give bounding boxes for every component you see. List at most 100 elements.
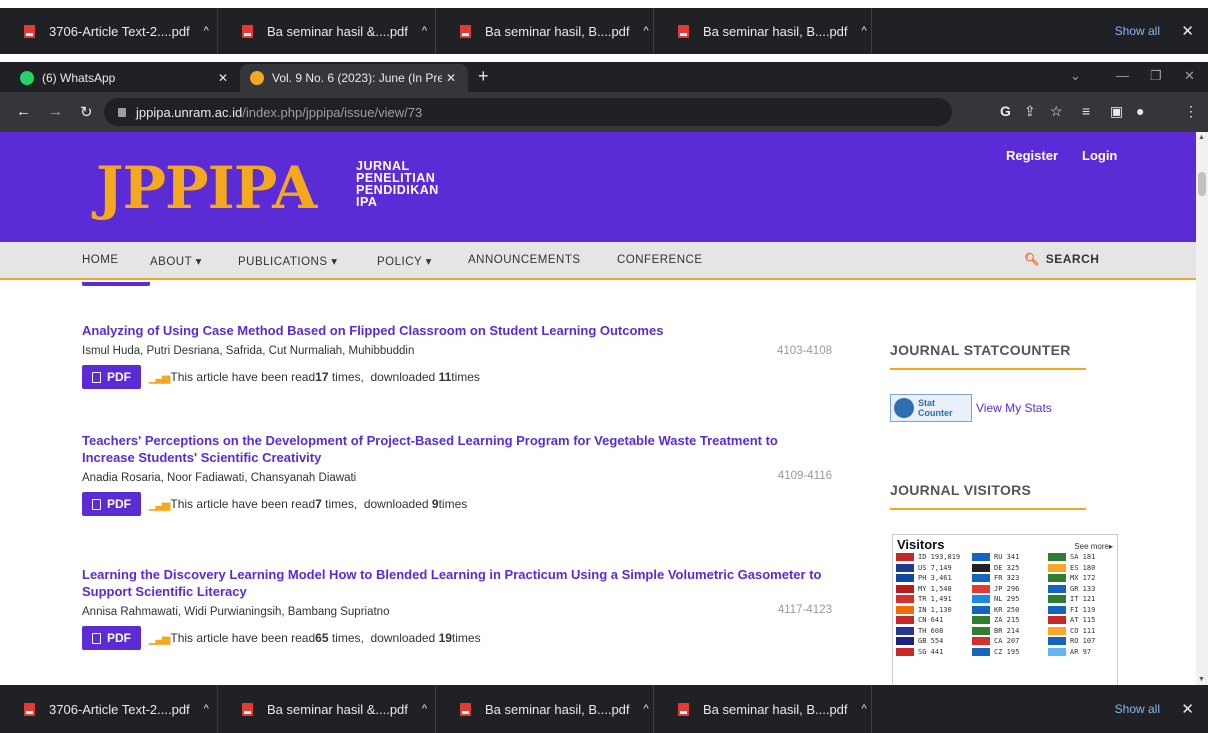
tab-jppipa[interactable]: Vol. 9 No. 6 (2023): June (In Press ✕ xyxy=(240,64,468,92)
download-item[interactable]: 3706-Article Text-2....pdf ^ xyxy=(0,685,218,733)
profile-icon[interactable]: ● xyxy=(1136,103,1144,119)
minimize-icon[interactable]: — xyxy=(1116,68,1129,83)
pdf-file-icon xyxy=(460,24,471,38)
download-item[interactable]: Ba seminar hasil &....pdf ^ xyxy=(218,685,436,733)
country-flag-icon xyxy=(896,647,914,656)
visitors-heading: Visitors xyxy=(897,537,945,552)
nav-policy[interactable]: POLICY ▾ xyxy=(377,254,432,268)
chevron-up-icon[interactable]: ^ xyxy=(422,703,427,715)
see-more-link[interactable]: See more▸ xyxy=(1074,542,1113,551)
show-all-downloads-button[interactable]: Show all xyxy=(1115,702,1160,716)
article-title-link[interactable]: Analyzing of Using Case Method Based on … xyxy=(82,322,842,339)
side-panel-icon[interactable]: ▣ xyxy=(1110,103,1123,120)
window-close-icon[interactable]: ✕ xyxy=(1184,68,1195,84)
bookmark-star-icon[interactable]: ☆ xyxy=(1050,103,1063,120)
search-link[interactable]: 🔍︎ SEARCH xyxy=(1024,252,1099,266)
pdf-file-icon xyxy=(678,24,689,38)
show-all-downloads-button[interactable]: Show all xyxy=(1115,24,1160,38)
download-item[interactable]: Ba seminar hasil, B....pdf ^ xyxy=(436,8,654,54)
logo-subtitle: JURNAL PENELITIAN PENDIDIKAN IPA xyxy=(356,159,439,209)
site-nav: HOME ABOUT ▾ PUBLICATIONS ▾ POLICY ▾ ANN… xyxy=(0,242,1196,280)
address-bar[interactable]: jppipa.unram.ac.id/index.php/jppipa/issu… xyxy=(104,98,952,126)
country-flag-icon xyxy=(896,637,914,646)
scroll-up-icon[interactable]: ▲ xyxy=(1198,134,1205,141)
article-meta-row: PDF ▁▃▅ This article have been read 17 t… xyxy=(82,365,842,389)
close-tab-icon[interactable]: ✕ xyxy=(218,71,228,85)
country-flag-icon xyxy=(1048,574,1066,583)
reload-icon[interactable]: ↻ xyxy=(80,103,93,121)
visitor-country-entry: CA 207 xyxy=(972,636,1048,647)
bar-chart-icon: ▁▃▅ xyxy=(149,498,170,511)
share-icon[interactable]: ⇪ xyxy=(1024,103,1036,120)
register-link[interactable]: Register xyxy=(1006,148,1058,163)
statcounter-icon xyxy=(894,398,914,418)
article-authors: Anadia Rosaria, Noor Fadiawati, Chansyan… xyxy=(82,472,357,484)
article-title-link[interactable]: Teachers' Perceptions on the Development… xyxy=(82,432,782,466)
tab-whatsapp[interactable]: (6) WhatsApp ✕ xyxy=(10,64,240,92)
chevron-up-icon[interactable]: ^ xyxy=(422,25,427,37)
pdf-button-partial[interactable] xyxy=(82,282,150,286)
country-flag-icon xyxy=(972,584,990,593)
site-logo[interactable]: JPPIPA xyxy=(96,154,317,222)
title-underline xyxy=(890,368,1086,370)
back-arrow-icon[interactable]: ← xyxy=(16,103,31,120)
menu-kebab-icon[interactable]: ⋮ xyxy=(1184,103,1198,120)
country-flag-icon xyxy=(896,616,914,625)
visitor-country-entry: GB 554 xyxy=(896,636,972,647)
visitor-country-entry: AT 115 xyxy=(1048,615,1117,626)
nav-conference[interactable]: CONFERENCE xyxy=(617,254,703,266)
restore-icon[interactable]: ❐ xyxy=(1150,68,1162,84)
nav-about[interactable]: ABOUT ▾ xyxy=(150,254,202,268)
visitor-country-entry: ES 180 xyxy=(1048,563,1117,574)
article-authors: Ismul Huda, Putri Desriana, Safrida, Cut… xyxy=(82,345,415,357)
country-flag-icon xyxy=(896,584,914,593)
country-flag-icon xyxy=(1048,563,1066,572)
jppipa-favicon xyxy=(250,71,264,85)
download-item[interactable]: Ba seminar hasil &....pdf ^ xyxy=(218,8,436,54)
reading-list-icon[interactable]: ≡ xyxy=(1082,103,1090,119)
download-item[interactable]: 3706-Article Text-2....pdf ^ xyxy=(0,8,218,54)
forward-arrow-icon[interactable]: → xyxy=(48,103,63,120)
close-icon[interactable]: ✕ xyxy=(1181,700,1194,718)
view-my-stats-link[interactable]: View My Stats xyxy=(976,401,1052,415)
visitor-country-entry: CO 111 xyxy=(1048,626,1117,637)
visitor-country-entry: JP 296 xyxy=(972,584,1048,595)
chevron-up-icon[interactable]: ^ xyxy=(644,25,649,37)
download-item[interactable]: Ba seminar hasil, B....pdf ^ xyxy=(436,685,654,733)
nav-announcements[interactable]: ANNOUNCEMENTS xyxy=(468,254,581,266)
country-flag-icon xyxy=(972,616,990,625)
new-tab-icon[interactable]: + xyxy=(478,66,489,87)
article-item: Analyzing of Using Case Method Based on … xyxy=(82,322,842,389)
chevron-up-icon[interactable]: ^ xyxy=(644,703,649,715)
article-pages: 4117-4123 xyxy=(777,604,832,616)
statcounter-logo[interactable]: Stat Counter xyxy=(890,394,972,422)
chevron-up-icon[interactable]: ^ xyxy=(862,25,867,37)
document-icon xyxy=(92,632,101,644)
scroll-down-icon[interactable]: ▼ xyxy=(1198,676,1205,683)
visitor-country-entry: IT 121 xyxy=(1048,594,1117,605)
login-link[interactable]: Login xyxy=(1082,148,1117,163)
pdf-button[interactable]: PDF xyxy=(82,492,141,516)
nav-home[interactable]: HOME xyxy=(82,254,119,266)
country-flag-icon xyxy=(972,647,990,656)
page-scrollbar[interactable]: ▲ ▼ xyxy=(1196,132,1208,685)
search-icon: 🔍︎ xyxy=(1024,252,1040,266)
nav-publications[interactable]: PUBLICATIONS ▾ xyxy=(238,254,337,268)
chevron-up-icon[interactable]: ^ xyxy=(204,25,209,37)
chevron-up-icon[interactable]: ^ xyxy=(204,703,209,715)
download-item[interactable]: Ba seminar hasil, B....pdf ^ xyxy=(654,8,872,54)
chevron-up-icon[interactable]: ^ xyxy=(862,703,867,715)
scrollbar-thumb[interactable] xyxy=(1198,172,1206,196)
pdf-file-icon xyxy=(24,24,35,38)
google-icon[interactable]: G xyxy=(1000,103,1011,119)
pdf-button[interactable]: PDF xyxy=(82,365,141,389)
download-item[interactable]: Ba seminar hasil, B....pdf ^ xyxy=(654,685,872,733)
article-title-link[interactable]: Learning the Discovery Learning Model Ho… xyxy=(82,566,822,600)
tab-search-chevron-icon[interactable]: ⌄ xyxy=(1070,68,1081,84)
close-tab-icon[interactable]: ✕ xyxy=(446,71,456,85)
visitor-counter-widget[interactable]: Visitors See more▸ ID 193,819 RU 341 SA 18… xyxy=(892,534,1118,685)
close-icon[interactable]: ✕ xyxy=(1181,22,1194,40)
visitor-country-entry: TH 608 xyxy=(896,626,972,637)
pdf-button[interactable]: PDF xyxy=(82,626,141,650)
country-flag-icon xyxy=(1048,626,1066,635)
